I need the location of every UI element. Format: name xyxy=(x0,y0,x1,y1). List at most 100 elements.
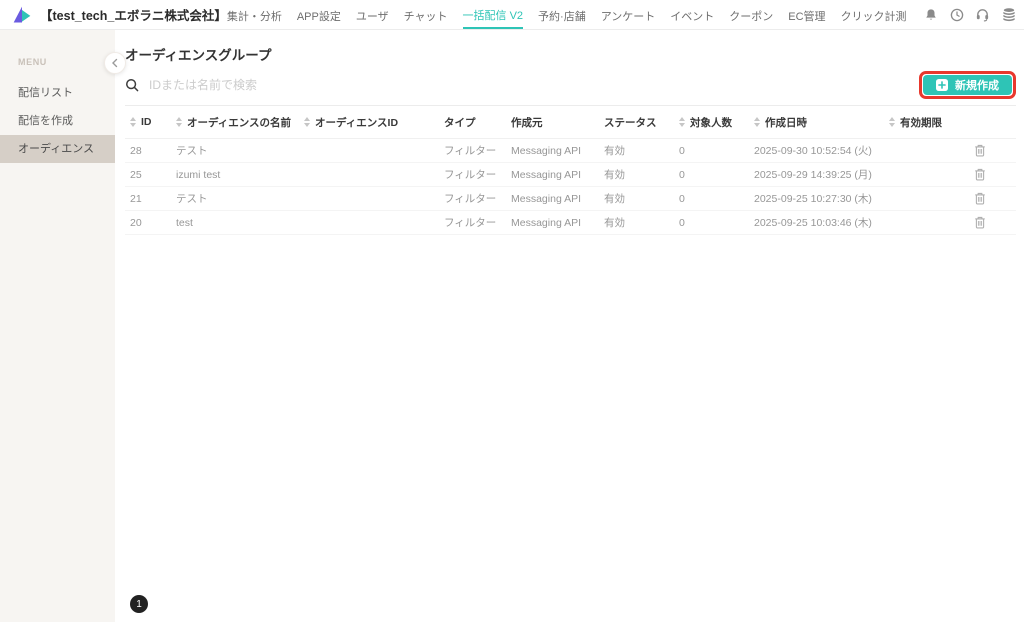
cell-status: 有効 xyxy=(599,167,674,182)
headset-icon[interactable] xyxy=(975,7,991,23)
top-nav: 集計・分析 APP設定 ユーザ チャット 一括配信 V2 予約·店舗 アンケート… xyxy=(227,1,907,29)
cell-name: テスト xyxy=(171,143,299,158)
cell-count: 0 xyxy=(674,217,749,229)
column-header-created-at[interactable]: 作成日時 xyxy=(749,115,884,130)
cell-count: 0 xyxy=(674,169,749,181)
column-label: オーディエンスの名前 xyxy=(187,115,291,130)
plus-icon xyxy=(936,79,948,91)
sidebar-item-delivery-list[interactable]: 配信リスト xyxy=(0,79,115,107)
cell-created: 2025-09-25 10:27:30 (木) xyxy=(749,191,884,206)
sidebar-menu-label: MENU xyxy=(18,57,115,67)
column-label: 作成元 xyxy=(511,115,543,130)
database-icon[interactable] xyxy=(1001,7,1017,23)
table-row[interactable]: 21 テスト フィルター Messaging API 有効 0 2025-09-… xyxy=(125,187,1016,211)
cell-status: 有効 xyxy=(599,191,674,206)
sort-icon xyxy=(889,117,895,127)
delete-button[interactable] xyxy=(974,214,988,231)
trash-icon xyxy=(974,168,986,181)
annotation-highlight-box: 新規作成 xyxy=(919,71,1016,99)
clock-icon[interactable] xyxy=(949,7,965,23)
nav-item-ec-management[interactable]: EC管理 xyxy=(788,2,825,28)
nav-item-chat[interactable]: チャット xyxy=(404,2,448,28)
column-header-source: 作成元 xyxy=(506,115,599,130)
column-header-id[interactable]: ID xyxy=(125,116,171,128)
table-row[interactable]: 28 テスト フィルター Messaging API 有効 0 2025-09-… xyxy=(125,139,1016,163)
page-title: オーディエンスグループ xyxy=(125,44,1024,64)
sidebar: MENU 配信リスト 配信を作成 オーディエンス xyxy=(0,30,115,622)
delete-button[interactable] xyxy=(974,142,988,159)
sort-icon xyxy=(176,117,182,127)
pagination-page-1[interactable]: 1 xyxy=(130,595,148,613)
cell-source: Messaging API xyxy=(506,169,599,181)
cell-status: 有効 xyxy=(599,215,674,230)
column-label: タイプ xyxy=(444,115,476,130)
app-logo-icon[interactable] xyxy=(12,5,32,25)
table-row[interactable]: 25 izumi test フィルター Messaging API 有効 0 2… xyxy=(125,163,1016,187)
search-input[interactable] xyxy=(149,78,919,92)
main-content: オーディエンスグループ 新規作成 ID オーディエンスの名前 xyxy=(115,30,1024,622)
column-header-expiry[interactable]: 有効期限 xyxy=(884,115,974,130)
sidebar-item-create-delivery[interactable]: 配信を作成 xyxy=(0,107,115,135)
delete-button[interactable] xyxy=(974,166,988,183)
nav-item-users[interactable]: ユーザ xyxy=(356,2,389,28)
column-label: ステータス xyxy=(604,115,657,130)
nav-item-bulk-delivery-v2[interactable]: 一括配信 V2 xyxy=(463,1,524,29)
sort-icon xyxy=(304,117,310,127)
nav-item-app-settings[interactable]: APP設定 xyxy=(297,2,341,28)
trash-icon xyxy=(974,144,986,157)
cell-created: 2025-09-25 10:03:46 (木) xyxy=(749,215,884,230)
pagination: 1 xyxy=(130,595,148,613)
cell-source: Messaging API xyxy=(506,145,599,157)
cell-type: フィルター xyxy=(439,215,506,230)
cell-status: 有効 xyxy=(599,143,674,158)
cell-source: Messaging API xyxy=(506,193,599,205)
header-icon-group: FAQ Riku xyxy=(923,5,1024,25)
top-header: 【test_tech_エボラニ株式会社】 集計・分析 APP設定 ユーザ チャッ… xyxy=(0,0,1024,30)
sidebar-item-audience[interactable]: オーディエンス xyxy=(0,135,115,163)
cell-type: フィルター xyxy=(439,167,506,182)
chevron-left-icon xyxy=(110,58,120,68)
column-header-type: タイプ xyxy=(439,115,506,130)
nav-item-click-tracking[interactable]: クリック計測 xyxy=(841,2,907,28)
nav-item-analytics[interactable]: 集計・分析 xyxy=(227,2,282,28)
audience-table: ID オーディエンスの名前 オーディエンスID タイプ 作成元 ステータス 対象… xyxy=(125,106,1016,235)
cell-name: test xyxy=(171,217,299,229)
column-label: 作成日時 xyxy=(765,115,807,130)
nav-item-coupon[interactable]: クーポン xyxy=(729,2,773,28)
sort-icon xyxy=(130,117,136,127)
sort-icon xyxy=(679,117,685,127)
cell-name: izumi test xyxy=(171,169,299,181)
search-row: 新規作成 xyxy=(125,71,1016,99)
column-label: 対象人数 xyxy=(690,115,732,130)
nav-item-event[interactable]: イベント xyxy=(670,2,714,28)
bell-icon[interactable] xyxy=(923,7,939,23)
cell-created: 2025-09-30 10:52:54 (火) xyxy=(749,143,884,158)
column-header-status: ステータス xyxy=(599,115,674,130)
sidebar-collapse-button[interactable] xyxy=(104,52,126,74)
nav-item-reservation-store[interactable]: 予約·店舗 xyxy=(538,2,586,28)
sort-icon xyxy=(754,117,760,127)
column-header-target-count[interactable]: 対象人数 xyxy=(674,115,749,130)
create-new-button-label: 新規作成 xyxy=(955,77,999,93)
column-label: 有効期限 xyxy=(900,115,942,130)
cell-created: 2025-09-29 14:39:25 (月) xyxy=(749,167,884,182)
trash-icon xyxy=(974,192,986,205)
cell-id: 20 xyxy=(125,217,171,229)
delete-button[interactable] xyxy=(974,190,988,207)
trash-icon xyxy=(974,216,986,229)
search-icon xyxy=(125,78,139,92)
cell-id: 21 xyxy=(125,193,171,205)
table-row[interactable]: 20 test フィルター Messaging API 有効 0 2025-09… xyxy=(125,211,1016,235)
cell-id: 25 xyxy=(125,169,171,181)
cell-name: テスト xyxy=(171,191,299,206)
cell-source: Messaging API xyxy=(506,217,599,229)
column-label: ID xyxy=(141,116,152,128)
company-title: 【test_tech_エボラニ株式会社】 xyxy=(40,5,227,24)
column-header-audience-id[interactable]: オーディエンスID xyxy=(299,115,439,130)
cell-id: 28 xyxy=(125,145,171,157)
cell-count: 0 xyxy=(674,193,749,205)
column-header-audience-name[interactable]: オーディエンスの名前 xyxy=(171,115,299,130)
cell-type: フィルター xyxy=(439,143,506,158)
create-new-button[interactable]: 新規作成 xyxy=(923,75,1012,95)
nav-item-survey[interactable]: アンケート xyxy=(601,2,656,28)
